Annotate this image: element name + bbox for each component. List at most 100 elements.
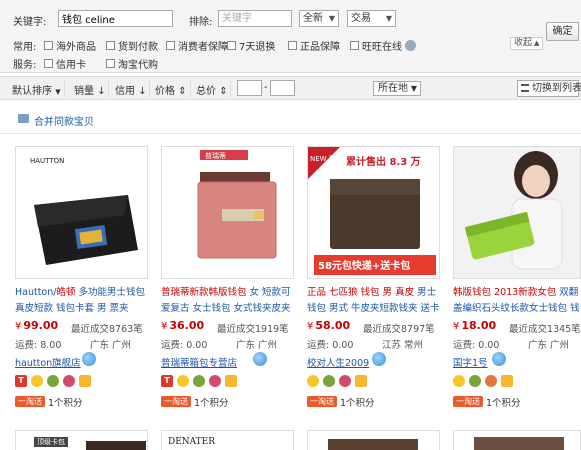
service-badges: T	[15, 375, 91, 387]
location-select[interactable]: 所在地 ▼	[373, 81, 421, 96]
brand-logo: 普瑞蒂	[205, 151, 226, 160]
product-image-partial[interactable]	[307, 430, 440, 450]
promo-tag: 一淘送	[15, 396, 45, 407]
currency-symbol: ¥	[15, 321, 22, 332]
divider	[190, 80, 191, 97]
sort-default[interactable]: 默认排序 ▼	[12, 82, 61, 97]
merge-same-items-link[interactable]: 合并同款宝贝	[34, 113, 94, 128]
wallet-shape	[86, 441, 146, 450]
trade-select[interactable]: 交易 ▼	[347, 10, 396, 27]
checkbox-label: 7天退换	[239, 42, 276, 53]
currency-symbol: ¥	[161, 321, 168, 332]
product-card[interactable]: 普瑞蒂 普瑞蒂新款韩版钱包 女 短款可爱复古 女士钱包 女式钱夹皮夹 ¥36.0…	[146, 146, 294, 416]
price-value: 18.00	[461, 319, 497, 332]
product-image[interactable]: NEW 现货上市 累计售出 8.3 万 58元包快递+送卡包	[307, 146, 440, 279]
product-image[interactable]	[453, 146, 581, 279]
shop-link[interactable]: 普瑞蒂箱包专营店	[161, 355, 237, 369]
product-card[interactable]: NEW 现货上市 累计售出 8.3 万 58元包快递+送卡包 正品 七匹狼 钱包…	[292, 146, 440, 416]
condition-select[interactable]: 全新 ▼	[299, 10, 339, 27]
sort-price[interactable]: 价格 ⇕	[155, 82, 187, 97]
checkbox-taobao-proxy[interactable]: 淘宝代购	[106, 56, 158, 71]
price-min-input[interactable]	[237, 80, 262, 96]
shop-link[interactable]: 校对人生2009	[307, 355, 369, 369]
search-filter-panel: 关键字: 排除: 全新▼ 交易▼ 确定 常用: 海外商品 货到付款 消费者保障 …	[0, 0, 581, 73]
merge-same-items-row[interactable]: 合并同款宝贝	[0, 104, 581, 134]
shop-link[interactable]: 国字1号	[453, 355, 488, 369]
checkbox-label: 正品保障	[300, 42, 340, 53]
product-card[interactable]: 韩版钱包 2013新款女包 双翻盖编织石头纹长款女士钱包 钱包 女 ¥18.00…	[438, 146, 581, 416]
checkbox-box[interactable]	[44, 41, 53, 50]
sort-sales[interactable]: 销量 ↓	[74, 82, 106, 97]
product-title[interactable]: 正品 七匹狼 钱包 男 真皮 男士钱包 男式 牛皮夹短款钱夹 送卡	[307, 285, 444, 317]
checkbox-box[interactable]	[288, 41, 297, 50]
location-label: 所在地	[378, 83, 408, 94]
wangwang-chat-icon[interactable]	[253, 352, 267, 366]
sort-toolbar: 默认排序 ▼ 销量 ↓ 信用 ↓ 价格 ⇕ 总价 ⇕ - 所在地 ▼ 切换到列表	[0, 76, 581, 100]
product-image[interactable]: 普瑞蒂	[161, 146, 294, 279]
arrow-down-icon: ↓	[138, 86, 147, 97]
sort-updown-icon: ⇕	[178, 86, 187, 97]
checkbox-box[interactable]	[166, 41, 175, 50]
wangwang-chat-icon[interactable]	[492, 352, 506, 366]
checkbox-box[interactable]	[227, 41, 236, 50]
checkbox-box[interactable]	[44, 59, 53, 68]
shipping-fee: 运费: 0.00	[307, 340, 354, 351]
promo-row: 一淘送 1个积分	[307, 396, 375, 409]
checkbox-label: 信用卡	[56, 60, 86, 71]
shipping-fee: 运费: 0.00	[453, 340, 500, 351]
points-text: 1个积分	[194, 397, 229, 409]
title-text: Hautton/	[15, 287, 57, 298]
title-highlight: 正品 七匹狼 钱包 男 真皮	[307, 287, 415, 298]
medal-badge-icon	[453, 375, 465, 387]
wangwang-chat-icon[interactable]	[372, 352, 386, 366]
checkbox-7day-return[interactable]: 7天退换	[227, 38, 275, 53]
product-title[interactable]: 普瑞蒂新款韩版钱包 女 短款可爱复古 女士钱包 女式钱夹皮夹	[161, 285, 298, 317]
checkbox-box[interactable]	[106, 41, 115, 50]
price-range-separator: -	[264, 82, 268, 93]
checkbox-genuine[interactable]: 正品保障	[288, 38, 340, 53]
price-max-input[interactable]	[270, 80, 295, 96]
medal-badge-icon	[31, 375, 43, 387]
checkbox-credit-card[interactable]: 信用卡	[44, 56, 86, 71]
checkbox-consumer-protection[interactable]: 消费者保障	[166, 38, 228, 53]
gift-badge-icon	[209, 375, 221, 387]
card-badge-icon	[79, 375, 91, 387]
product-card[interactable]: HAUTTON Hautton/皓顿 多功能男士钱包真皮短款 钱包卡套 男 票夹…	[0, 146, 148, 416]
shop-link[interactable]: hautton旗舰店	[15, 355, 81, 369]
wangwang-icon	[405, 40, 416, 51]
switch-to-list-button[interactable]: 切换到列表	[517, 80, 581, 97]
checkbox-box[interactable]	[106, 59, 115, 68]
shipping-promo: 58元包快递+送卡包	[318, 259, 410, 272]
wangwang-chat-icon[interactable]	[82, 352, 96, 366]
divider	[108, 80, 109, 97]
promo-tag: 一淘送	[453, 396, 483, 407]
collapse-button[interactable]: 收起 ▲	[510, 37, 544, 50]
exclude-input[interactable]	[218, 10, 292, 27]
product-image-partial[interactable]: DENATER	[161, 430, 294, 450]
product-title[interactable]: 韩版钱包 2013新款女包 双翻盖编织石头纹长款女士钱包 钱包 女	[453, 285, 581, 317]
checkbox-box[interactable]	[350, 41, 359, 50]
title-highlight: 普瑞蒂新款韩版钱包	[161, 287, 247, 298]
currency-symbol: ¥	[307, 321, 314, 332]
arrow-down-icon: ↓	[97, 86, 106, 97]
seller-location: 广东 广州	[528, 340, 570, 351]
keyword-input[interactable]	[58, 10, 173, 27]
checkbox-wangwang-online[interactable]: 旺旺在线	[350, 38, 416, 53]
medal-badge-icon	[47, 375, 59, 387]
sort-total-price[interactable]: 总价 ⇕	[196, 82, 228, 97]
checkbox-cod[interactable]: 货到付款	[106, 38, 158, 53]
product-price: ¥58.00	[307, 319, 350, 332]
product-image-partial[interactable]: 顶级卡包	[15, 430, 148, 450]
recent-sales: 最近成交1345笔	[509, 324, 581, 335]
checkbox-label: 旺旺在线	[362, 42, 402, 53]
promo-row: 一淘送 1个积分	[15, 396, 83, 409]
image-caption: 顶级卡包	[34, 437, 68, 447]
checkbox-overseas[interactable]: 海外商品	[44, 38, 96, 53]
confirm-button[interactable]: 确定	[546, 22, 579, 41]
product-title[interactable]: Hautton/皓顿 多功能男士钱包真皮短款 钱包卡套 男 票夹	[15, 285, 152, 317]
sort-sales-label: 销量	[74, 86, 94, 97]
product-image-partial[interactable]	[453, 430, 581, 450]
sort-credit[interactable]: 信用 ↓	[115, 82, 147, 97]
medal-badge-icon	[307, 375, 319, 387]
product-image[interactable]: HAUTTON	[15, 146, 148, 279]
